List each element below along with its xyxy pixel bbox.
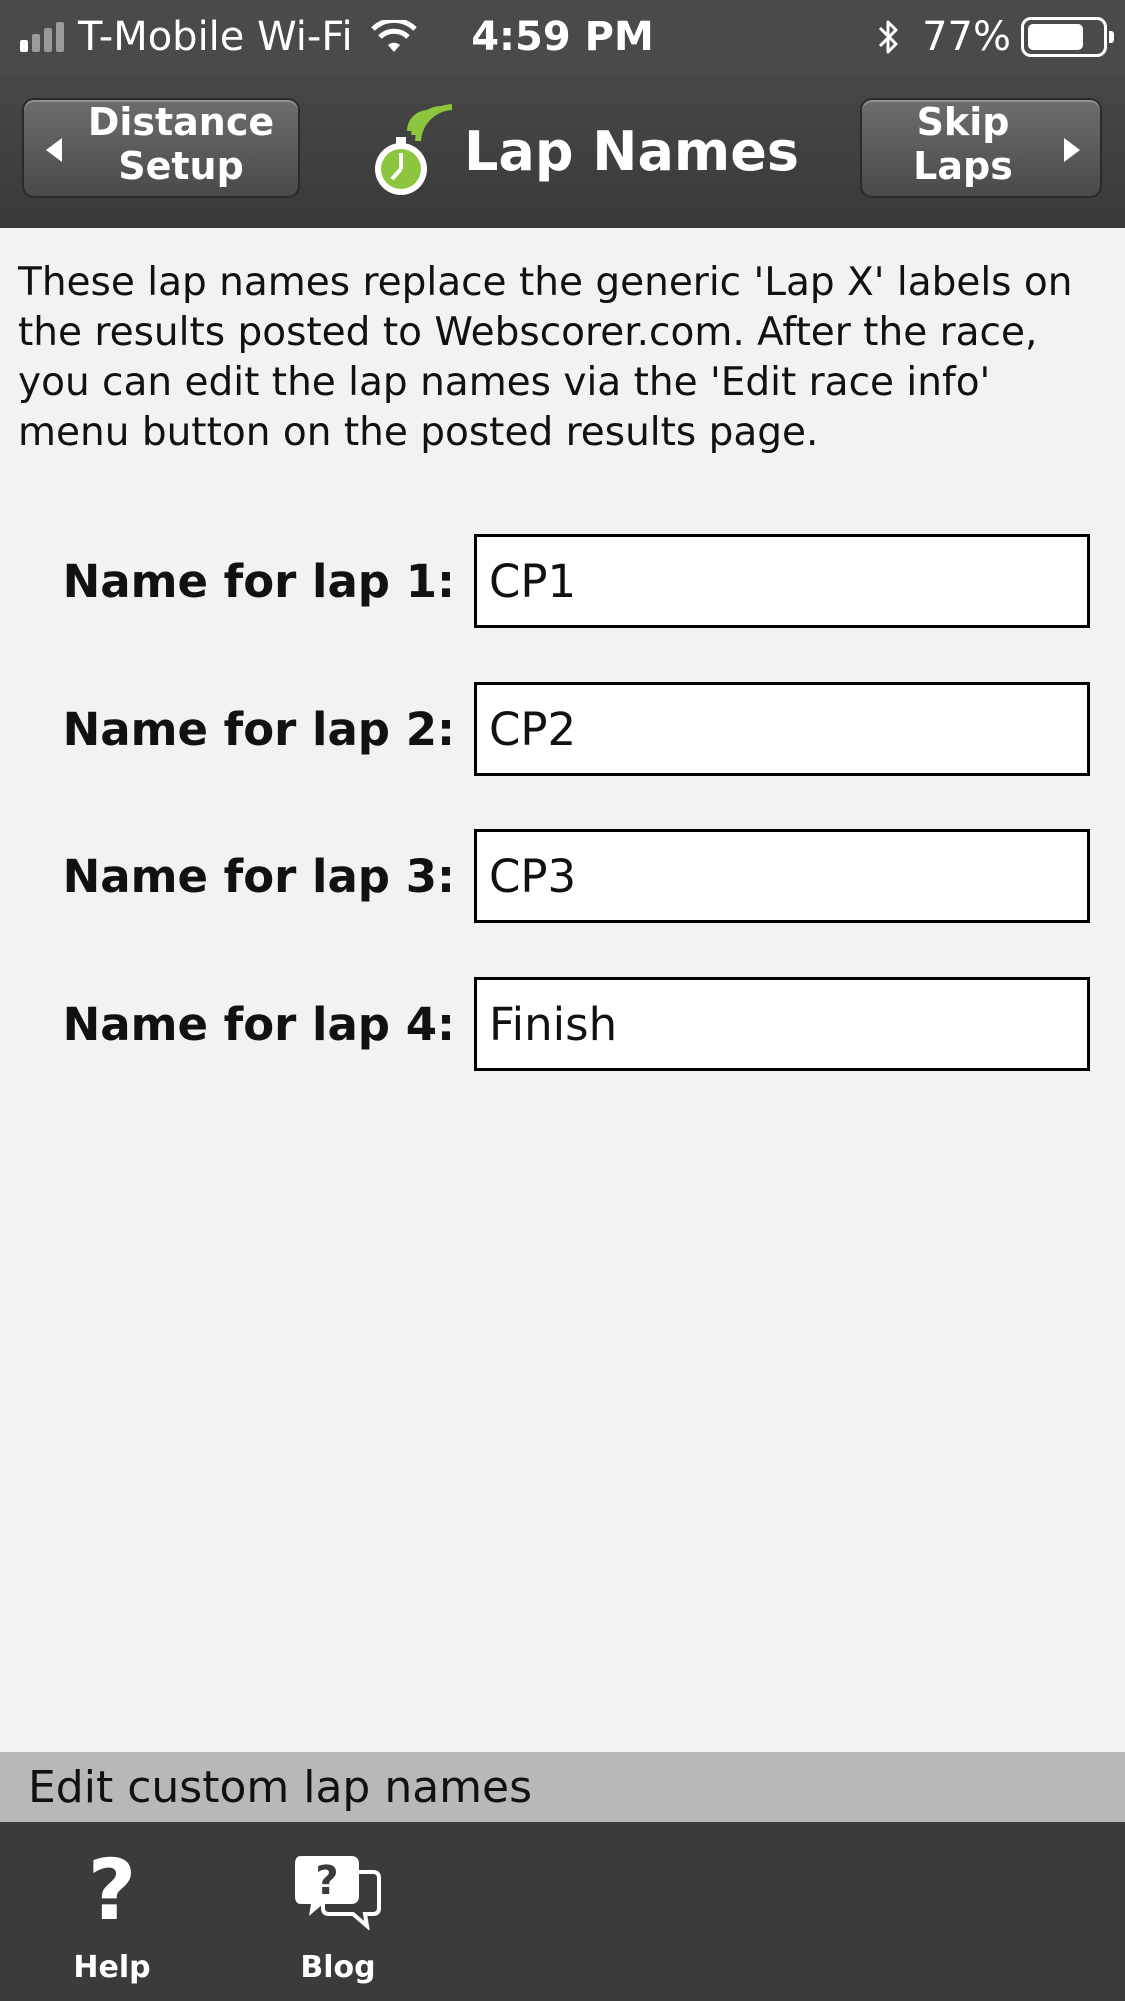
battery-percent: 77%: [922, 14, 1011, 60]
status-right: 77%: [874, 14, 1114, 60]
back-button-line2: Setup: [118, 144, 244, 188]
description-text: These lap names replace the generic 'Lap…: [18, 260, 1073, 455]
lap-1-label: Name for lap 1:: [62, 554, 455, 608]
lap-1-name-input[interactable]: [474, 534, 1090, 628]
battery-fill: [1028, 24, 1084, 50]
forward-button-line2: Laps: [913, 144, 1013, 188]
lap-row-3: Name for lap 3:: [0, 829, 1125, 923]
page-title: Lap Names: [370, 86, 799, 216]
lap-row-4: Name for lap 4:: [0, 977, 1125, 1071]
lap-2-name-input[interactable]: [474, 682, 1090, 776]
help-icon: ?: [87, 1841, 137, 1939]
tab-help-label: Help: [73, 1950, 151, 1985]
lap-row-1: Name for lap 1:: [0, 534, 1125, 628]
tab-blog-label: Blog: [300, 1950, 376, 1985]
forward-button-line1: Skip: [916, 100, 1010, 144]
arrow-left-icon: [46, 138, 62, 162]
status-bar: T-Mobile Wi-Fi 4:59 PM 77%: [0, 0, 1125, 76]
arrow-right-icon: [1064, 138, 1080, 162]
lap-3-name-input[interactable]: [474, 829, 1090, 923]
battery-icon: [1021, 17, 1114, 57]
tab-blog[interactable]: ? Blog: [258, 1822, 418, 2001]
lap-row-2: Name for lap 2:: [0, 682, 1125, 776]
screen-caption-text: Edit custom lap names: [28, 1761, 533, 1813]
lap-3-label: Name for lap 3:: [62, 849, 455, 903]
stopwatch-logo-icon: [375, 104, 453, 195]
blog-chat-icon: ?: [258, 1850, 418, 1930]
nav-bar: Distance Setup Lap Names Skip Laps: [0, 76, 1125, 228]
distance-setup-back-button[interactable]: Distance Setup: [22, 98, 300, 198]
lap-4-label: Name for lap 4:: [62, 997, 455, 1051]
page-title-text: Lap Names: [464, 119, 799, 183]
svg-text:?: ?: [315, 1858, 338, 1904]
lap-2-label: Name for lap 2:: [62, 702, 455, 756]
tab-help[interactable]: ? Help: [32, 1822, 192, 2001]
skip-laps-button[interactable]: Skip Laps: [860, 98, 1102, 198]
back-button-line1: Distance: [87, 100, 275, 144]
screen-caption-bar: Edit custom lap names: [0, 1752, 1125, 1822]
bluetooth-icon: [879, 20, 898, 54]
lap-4-name-input[interactable]: [474, 977, 1090, 1071]
tab-bar: ? Help ? Blog: [0, 1822, 1125, 2001]
